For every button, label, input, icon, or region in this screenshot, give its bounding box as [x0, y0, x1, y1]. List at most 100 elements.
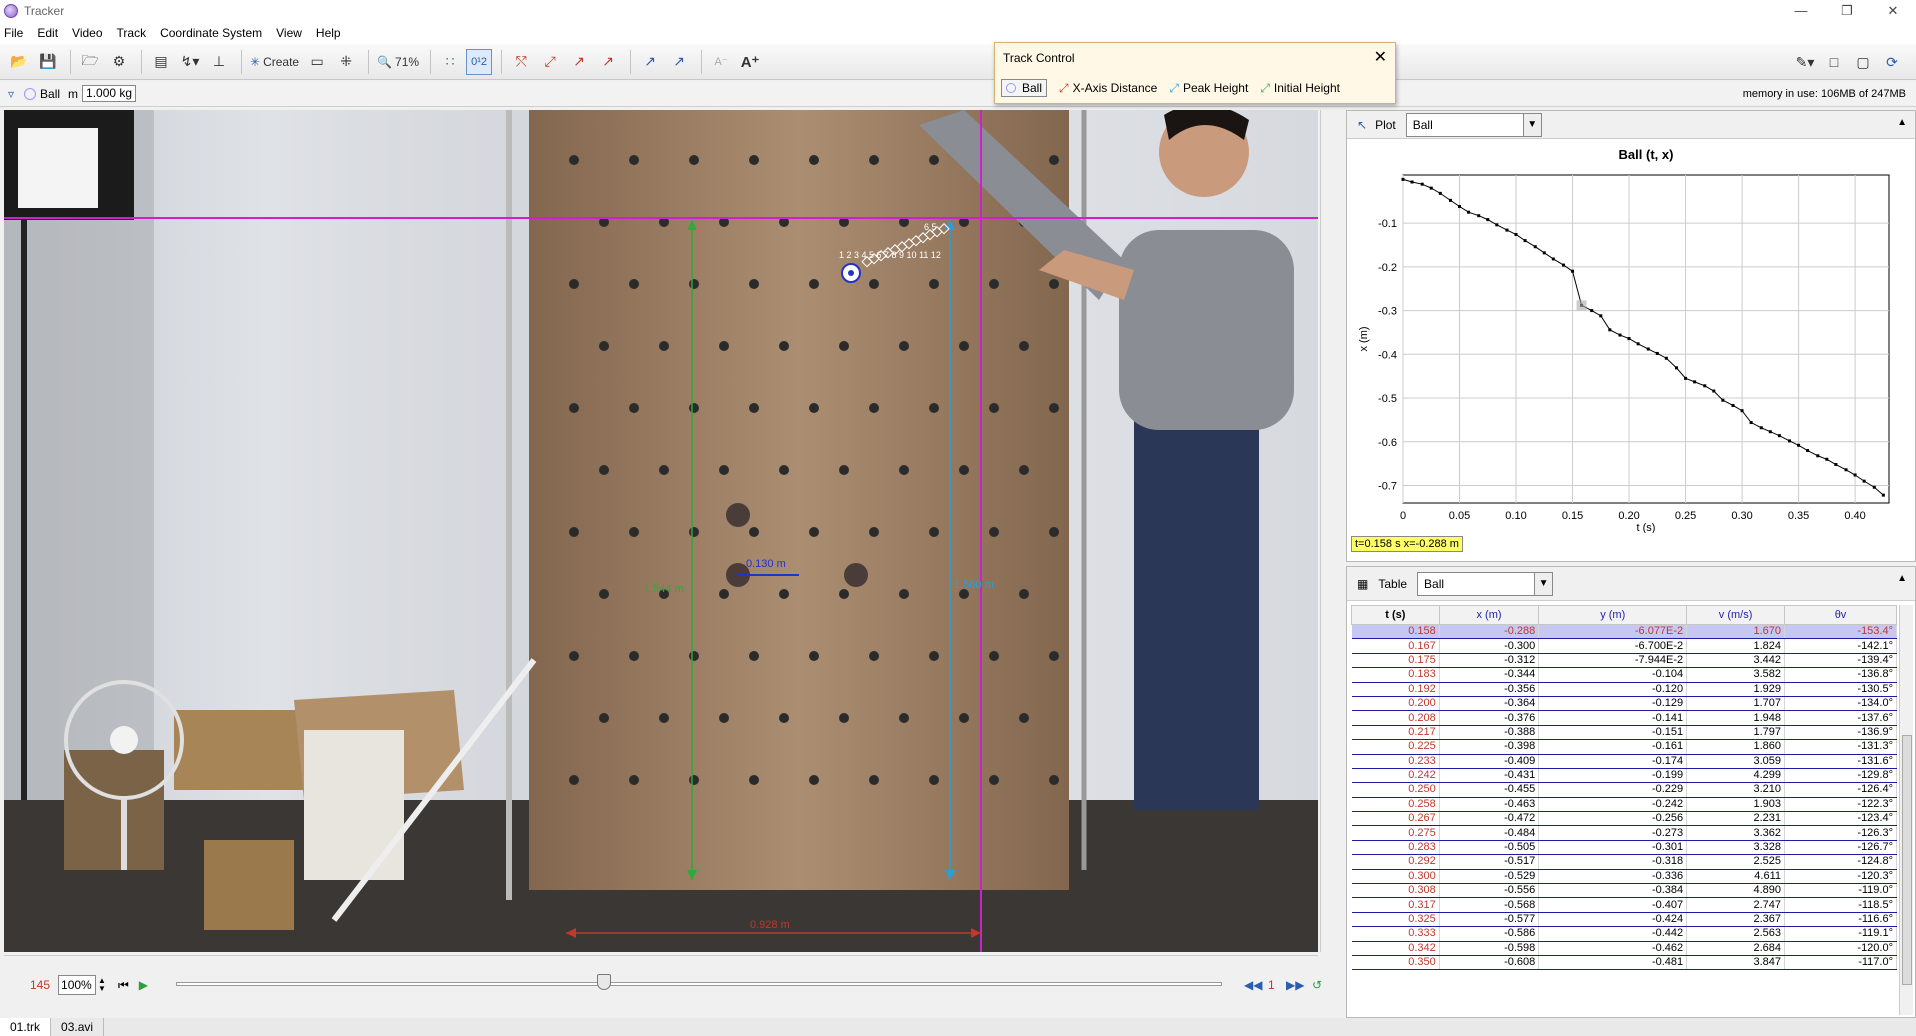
table-scrollbar[interactable]: [1899, 605, 1913, 1015]
video-panel[interactable]: 1.544 m 1.560 m 0.928 m 0.130 m 1 2 3 4 …: [4, 110, 1318, 952]
table-cell[interactable]: 0.200: [1351, 696, 1440, 712]
table-cell[interactable]: 3.847: [1686, 955, 1786, 971]
table-cell[interactable]: 3.328: [1686, 840, 1786, 856]
menu-track[interactable]: Track: [117, 26, 147, 40]
table-cell[interactable]: -142.1°: [1784, 638, 1897, 654]
positions-icon[interactable]: ⤢: [537, 49, 563, 75]
chevron-down-icon[interactable]: ▼: [1522, 113, 1541, 136]
table-cell[interactable]: -124.8°: [1784, 854, 1897, 870]
table-scroll-thumb[interactable]: [1902, 735, 1912, 985]
table-cell[interactable]: 0.283: [1351, 840, 1440, 856]
table-cell[interactable]: -0.431: [1439, 768, 1540, 784]
table-cell[interactable]: 3.210: [1686, 782, 1786, 798]
table-cell[interactable]: -137.6°: [1784, 710, 1897, 726]
table-cell[interactable]: -119.0°: [1784, 883, 1897, 899]
table-cell[interactable]: 0.292: [1351, 854, 1440, 870]
table-cell[interactable]: 0.267: [1351, 811, 1440, 827]
table-cell[interactable]: -6.700E-2: [1538, 638, 1688, 654]
play-icon[interactable]: ▶: [139, 978, 148, 992]
minimize-icon[interactable]: —: [1778, 0, 1824, 22]
table-cell[interactable]: -0.409: [1439, 754, 1540, 769]
table-cell[interactable]: -0.472: [1439, 811, 1540, 827]
loop-icon[interactable]: ↺: [1312, 978, 1322, 992]
table-cell[interactable]: -126.7°: [1784, 840, 1897, 856]
track-menu-icon[interactable]: ▿: [8, 87, 14, 101]
table-cell[interactable]: -0.288: [1439, 624, 1540, 640]
table-row[interactable]: 0.208 -0.376 -0.141 1.948 -137.6°: [1351, 710, 1897, 726]
table-cell[interactable]: -0.120: [1538, 682, 1688, 697]
table-cell[interactable]: -0.442: [1538, 926, 1688, 942]
table-cell[interactable]: -0.336: [1538, 869, 1688, 885]
table-cell[interactable]: -0.462: [1538, 941, 1688, 956]
table-cell[interactable]: -131.6°: [1784, 754, 1897, 769]
acceleration-vector-icon[interactable]: ↗: [595, 49, 621, 75]
path-icon[interactable]: ⤲: [508, 49, 534, 75]
chevron-down-icon[interactable]: ▼: [1534, 572, 1553, 595]
table-cell[interactable]: -0.151: [1538, 725, 1688, 741]
save-icon[interactable]: 💾: [35, 49, 61, 75]
zoom-field[interactable]: 100%: [58, 975, 97, 995]
table-cell[interactable]: -0.424: [1538, 912, 1688, 928]
vector-stretch-icon[interactable]: ↗: [666, 49, 692, 75]
table-cell[interactable]: -0.407: [1538, 897, 1688, 913]
table-cell[interactable]: 2.747: [1686, 897, 1786, 913]
table-cell[interactable]: -136.8°: [1784, 667, 1897, 683]
table-cell[interactable]: 1.824: [1686, 638, 1786, 654]
table-track-select[interactable]: Ball ▼: [1417, 571, 1554, 596]
table-cell[interactable]: -0.318: [1538, 854, 1688, 870]
table-cell[interactable]: -122.3°: [1784, 797, 1897, 813]
track-button-ball[interactable]: Ball: [1001, 79, 1048, 97]
column-header[interactable]: x (m): [1438, 605, 1540, 625]
refresh-icon[interactable]: ⟳: [1879, 49, 1905, 75]
mass-field[interactable]: 1.000 kg: [82, 85, 137, 102]
table-cell[interactable]: -0.301: [1538, 840, 1688, 856]
table-row[interactable]: 0.350 -0.608 -0.481 3.847 -117.0°: [1351, 955, 1897, 971]
menu-file[interactable]: File: [4, 26, 23, 40]
table-cell[interactable]: -131.3°: [1784, 739, 1897, 755]
table-cell[interactable]: -139.4°: [1784, 653, 1897, 669]
table-cell[interactable]: 1.860: [1686, 739, 1786, 755]
table-cell[interactable]: 1.670: [1686, 624, 1786, 640]
table-cell[interactable]: -0.608: [1439, 955, 1540, 971]
table-cell[interactable]: -0.398: [1439, 739, 1540, 755]
video-vertical-scrollbar[interactable]: [1320, 110, 1334, 952]
table-cell[interactable]: 4.890: [1686, 883, 1786, 899]
table-cell[interactable]: 1.903: [1686, 797, 1786, 813]
plot-chart[interactable]: Ball (t, x) 0 0.05 0.10 0.15 0.20 0.25 0.30 0.35…: [1347, 141, 1915, 533]
table-cell[interactable]: -0.376: [1439, 710, 1540, 726]
table-row[interactable]: 0.250 -0.455 -0.229 3.210 -126.4°: [1351, 782, 1897, 798]
page-view-icon[interactable]: □: [1821, 49, 1847, 75]
table-cell[interactable]: 2.525: [1686, 854, 1786, 870]
column-header[interactable]: θv: [1784, 605, 1897, 625]
table-cell[interactable]: -129.8°: [1784, 768, 1897, 784]
step-back-icon[interactable]: ◀◀: [1244, 978, 1262, 992]
open-folder-icon[interactable]: 📂: [6, 49, 32, 75]
table-cell[interactable]: 1.797: [1686, 725, 1786, 741]
table-cell[interactable]: -134.0°: [1784, 696, 1897, 712]
column-header[interactable]: t (s): [1351, 605, 1440, 625]
table-cell[interactable]: -0.174: [1538, 754, 1688, 769]
frame-slider[interactable]: [176, 982, 1222, 986]
column-header[interactable]: y (m): [1538, 605, 1688, 625]
collapse-icon[interactable]: ▲: [1897, 573, 1907, 584]
table-cell[interactable]: -0.556: [1439, 883, 1540, 899]
table-cell[interactable]: -0.344: [1439, 667, 1540, 683]
table-row[interactable]: 0.200 -0.364 -0.129 1.707 -134.0°: [1351, 696, 1897, 712]
table-cell[interactable]: -0.505: [1439, 840, 1540, 856]
font-smaller-icon[interactable]: A⁻: [708, 49, 734, 75]
column-header[interactable]: v (m/s): [1686, 605, 1786, 625]
table-cell[interactable]: -118.5°: [1784, 897, 1897, 913]
table-cell[interactable]: -0.242: [1538, 797, 1688, 813]
table-cell[interactable]: -0.104: [1538, 667, 1688, 683]
coordinate-axes-icon[interactable]: ⊥: [206, 49, 232, 75]
table-cell[interactable]: 2.367: [1686, 912, 1786, 928]
notes-pen-icon[interactable]: ✎▾: [1792, 49, 1818, 75]
zoom-spinner-icon[interactable]: ▲ ▼: [98, 977, 106, 993]
trails-icon[interactable]: ⁜: [333, 49, 359, 75]
close-icon[interactable]: ✕: [1870, 0, 1916, 22]
table-cell[interactable]: 2.563: [1686, 926, 1786, 942]
table-cell[interactable]: -0.586: [1439, 926, 1540, 942]
table-cell[interactable]: 0.333: [1351, 926, 1440, 942]
menu-edit[interactable]: Edit: [37, 26, 58, 40]
table-row[interactable]: 0.192 -0.356 -0.120 1.929 -130.5°: [1351, 682, 1897, 697]
